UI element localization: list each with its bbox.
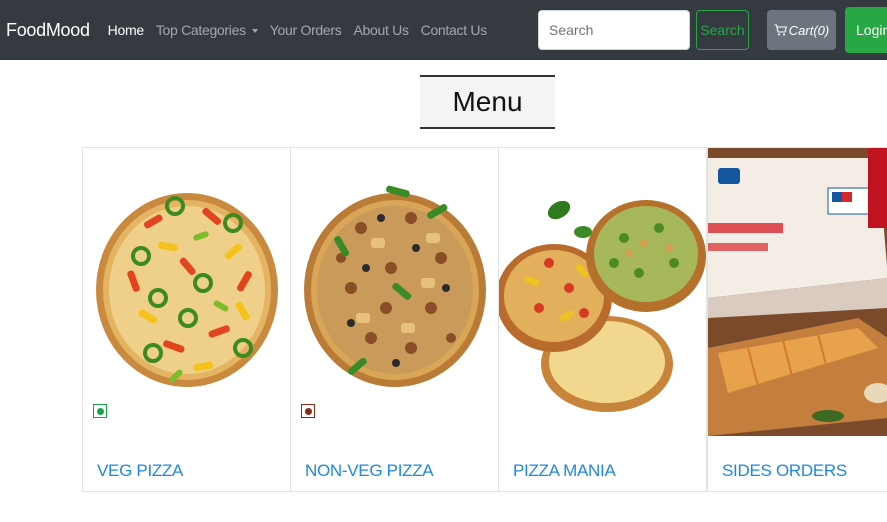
veg-indicator-icon	[93, 404, 107, 418]
nav-link-home[interactable]: Home	[108, 22, 144, 38]
page-title: Menu	[420, 75, 555, 129]
search-input[interactable]	[538, 10, 690, 50]
cart-icon	[774, 24, 787, 36]
cart-button[interactable]: Cart(0)	[767, 10, 836, 50]
non-veg-pizza-image[interactable]	[291, 148, 498, 436]
pizza-mania-image[interactable]	[499, 148, 706, 436]
search-button[interactable]: Search	[696, 10, 749, 50]
brand-logo[interactable]: FoodMood	[6, 20, 90, 41]
non-veg-indicator-icon	[301, 404, 315, 418]
category-title[interactable]: VEG PIZZA	[97, 461, 183, 481]
login-button[interactable]: Login	[845, 7, 887, 53]
category-card-pizza-mania[interactable]: PIZZA MANIA	[498, 147, 707, 492]
nav-link-contact-us[interactable]: Contact Us	[421, 22, 488, 38]
cart-label: Cart(0)	[788, 22, 830, 38]
navbar: FoodMood Home Top Categories Your Orders…	[0, 0, 887, 60]
nav-link-about-us[interactable]: About Us	[353, 22, 408, 38]
category-title[interactable]: PIZZA MANIA	[513, 461, 616, 481]
veg-pizza-image[interactable]	[83, 148, 290, 436]
category-card-non-veg-pizza[interactable]: NON-VEG PIZZA	[290, 147, 499, 492]
sides-orders-image[interactable]	[708, 148, 887, 436]
caret-down-icon	[251, 29, 258, 34]
nav-link-top-categories[interactable]: Top Categories	[156, 22, 258, 38]
category-card-veg-pizza[interactable]: VEG PIZZA	[82, 147, 291, 492]
nav-link-your-orders[interactable]: Your Orders	[270, 22, 342, 38]
category-title[interactable]: SIDES ORDERS	[722, 461, 847, 481]
nav-link-top-categories-label: Top Categories	[155, 22, 246, 38]
category-title[interactable]: NON-VEG PIZZA	[305, 461, 434, 481]
category-card-sides-orders[interactable]: SIDES ORDERS	[707, 147, 887, 492]
